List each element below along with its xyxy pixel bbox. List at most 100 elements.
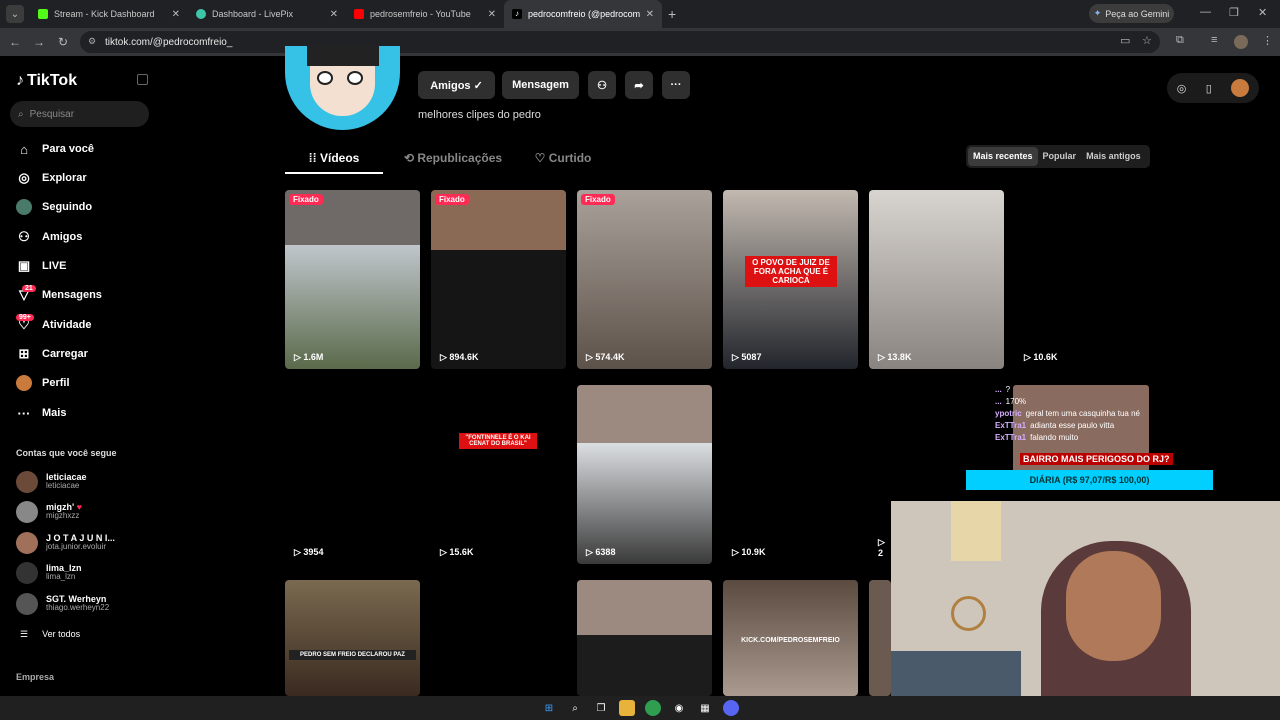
close-icon[interactable]: ✕ bbox=[488, 9, 496, 20]
video-card[interactable]: Fixado ▷ 574.4K bbox=[577, 190, 712, 369]
file-explorer-icon[interactable] bbox=[619, 700, 635, 716]
close-icon[interactable]: ✕ bbox=[330, 9, 338, 20]
account-username: jota.junior.evoluir bbox=[46, 542, 107, 552]
views-text: 10.6K bbox=[1033, 352, 1058, 362]
sort-popular-button[interactable]: Popular bbox=[1038, 147, 1082, 166]
sidebar-item-label: Mais bbox=[42, 407, 67, 419]
sort-recent-button[interactable]: Mais recentes bbox=[968, 147, 1038, 166]
friends-button[interactable]: Amigos ✓ bbox=[418, 71, 495, 99]
tab-search-icon[interactable]: ⌄ bbox=[6, 5, 24, 23]
share-icon[interactable]: ➦ bbox=[625, 71, 653, 99]
extensions-icon[interactable]: ⧉ bbox=[1176, 34, 1184, 47]
sidebar-item-para-voce[interactable]: ⌂ Para você bbox=[16, 139, 94, 159]
obs-icon[interactable]: ◉ bbox=[671, 700, 687, 716]
gemini-button[interactable]: ✦ Peça ao Gemini bbox=[1089, 4, 1174, 23]
tab-videos[interactable]: ⁞⁞ Vídeos bbox=[285, 146, 383, 174]
more-options-icon[interactable]: ··· bbox=[662, 71, 690, 99]
sidebar-item-seguindo[interactable]: Seguindo bbox=[16, 197, 92, 217]
url-field[interactable]: ⚙ tiktok.com/@pedrocomfreio_ bbox=[80, 31, 1160, 53]
tab-tiktok[interactable]: ♪ pedrocomfreio (@pedrocomfreio ✕ bbox=[504, 0, 662, 28]
video-card[interactable]: ▷ 10.6K bbox=[1015, 190, 1150, 369]
video-card[interactable]: KICK.COM/PEDROSEMFREIO bbox=[723, 580, 858, 696]
collapse-sidebar-icon[interactable] bbox=[137, 74, 148, 85]
close-icon[interactable]: ✕ bbox=[646, 9, 654, 20]
video-card[interactable]: O POVO DE JUIZ DE FORA ACHA QUE É CARIOC… bbox=[723, 190, 858, 369]
tab-kick[interactable]: Stream - Kick Dashboard ✕ bbox=[30, 0, 188, 28]
tab-label: Curtido bbox=[548, 151, 592, 165]
sidebar-item-explorar[interactable]: ◎ Explorar bbox=[16, 168, 87, 188]
task-view-icon[interactable]: ❐ bbox=[593, 700, 609, 716]
site-info-icon[interactable]: ⚙ bbox=[88, 36, 96, 47]
wall-picture bbox=[951, 501, 1001, 561]
profile-avatar-icon[interactable] bbox=[1234, 35, 1248, 49]
followed-account[interactable]: migzh' ♥ migzhxzz bbox=[16, 499, 82, 525]
video-card[interactable]: Fixado ▷ 1.6M bbox=[285, 190, 420, 369]
sidebar-item-perfil[interactable]: Perfil bbox=[16, 373, 70, 393]
home-icon: ⌂ bbox=[20, 141, 28, 157]
phone-icon[interactable]: ▯ bbox=[1206, 82, 1212, 95]
footer-link[interactable]: Empresa bbox=[16, 672, 54, 682]
forward-icon[interactable]: → bbox=[27, 35, 51, 49]
sidebar-item-carregar[interactable]: ⊞ Carregar bbox=[16, 344, 88, 364]
tab-title: pedrocomfreio (@pedrocomfreio bbox=[528, 9, 640, 19]
search-icon[interactable]: ⌕ bbox=[567, 700, 583, 716]
bookmark-star-icon[interactable]: ☆ bbox=[1142, 34, 1152, 47]
close-window-icon[interactable]: ✕ bbox=[1258, 6, 1267, 19]
video-card[interactable]: ▷ 6388 bbox=[577, 385, 712, 564]
sidebar-item-amigos[interactable]: ⚇ Amigos bbox=[16, 227, 82, 247]
tab-youtube[interactable]: pedrosemfreio - YouTube ✕ bbox=[346, 0, 504, 28]
followed-account[interactable]: J O T A J U N I... jota.junior.evoluir bbox=[16, 530, 115, 556]
video-card[interactable]: "FONTINNELE É O KAI CENAT DO BRASIL" ▷ 1… bbox=[431, 385, 566, 564]
new-tab-icon[interactable]: + bbox=[668, 6, 676, 22]
compass-icon[interactable]: ◎ bbox=[1177, 82, 1187, 95]
chat-message: ExTTra1 falando muito bbox=[995, 433, 1195, 442]
tab-curtido[interactable]: ♡ Curtido bbox=[523, 146, 603, 174]
cast-icon[interactable]: ▭ bbox=[1120, 34, 1130, 47]
profile-icon bbox=[16, 375, 32, 391]
chat-user: ExTTra1 bbox=[995, 421, 1027, 430]
video-card[interactable]: PEDRO SEM FREIO DECLAROU PAZ bbox=[285, 580, 420, 696]
tab-livepix[interactable]: Dashboard - LivePix ✕ bbox=[188, 0, 346, 28]
video-card[interactable] bbox=[577, 580, 712, 696]
reading-list-icon[interactable]: ≡ bbox=[1211, 34, 1217, 46]
video-card[interactable]: ▷ 2 bbox=[869, 385, 889, 564]
followed-account[interactable]: SGT. Werheyn thiago.werheyn22 bbox=[16, 591, 109, 617]
sidebar-item-label: Perfil bbox=[42, 377, 70, 389]
avatar[interactable] bbox=[1231, 79, 1250, 97]
close-icon[interactable]: ✕ bbox=[172, 9, 180, 20]
message-button[interactable]: Mensagem bbox=[502, 71, 579, 99]
followed-account[interactable]: lima_lzn lima_lzn bbox=[16, 560, 82, 586]
sidebar-item-mais[interactable]: ··· Mais bbox=[16, 403, 67, 423]
sort-oldest-button[interactable]: Mais antigos bbox=[1081, 147, 1146, 166]
followed-account[interactable]: leticiacae leticiacae bbox=[16, 469, 87, 495]
chat-text: adianta esse paulo vitta bbox=[1030, 421, 1115, 430]
video-card[interactable]: ▷ 10.9K bbox=[723, 385, 858, 564]
reload-icon[interactable]: ↻ bbox=[51, 35, 75, 49]
video-card[interactable]: ▷ 3954 bbox=[285, 385, 420, 564]
back-icon[interactable]: ← bbox=[3, 35, 27, 49]
chat-user: ypotric bbox=[995, 409, 1022, 418]
chrome-icon[interactable] bbox=[645, 700, 661, 716]
sidebar-item-label: Explorar bbox=[42, 172, 87, 184]
video-card[interactable] bbox=[869, 580, 891, 696]
kick-favicon-icon bbox=[38, 9, 48, 19]
search-input[interactable]: ⌕ Pesquisar bbox=[10, 101, 149, 127]
post-frame bbox=[577, 635, 712, 696]
video-card[interactable]: ▷ 13.8K bbox=[869, 190, 1004, 369]
sidebar-item-live[interactable]: ▣ LIVE bbox=[16, 256, 67, 276]
windows-start-icon[interactable]: ⊞ bbox=[541, 700, 557, 716]
video-card[interactable]: Fixado ▷ 894.6K bbox=[431, 190, 566, 369]
tiktok-logo[interactable]: ♪ TikTok bbox=[16, 72, 77, 90]
chat-user: ... bbox=[995, 397, 1002, 406]
calculator-icon[interactable]: ▦ bbox=[697, 700, 713, 716]
maximize-icon[interactable]: ❐ bbox=[1229, 6, 1239, 19]
see-all-button[interactable]: ☰ Ver todos bbox=[20, 629, 80, 640]
tab-title: pedrosemfreio - YouTube bbox=[370, 9, 471, 19]
add-friend-icon[interactable]: ⚇ bbox=[588, 71, 616, 99]
view-count: ▷ 1.6M bbox=[294, 352, 324, 362]
webcam-overlay bbox=[891, 501, 1280, 696]
minimize-icon[interactable]: — bbox=[1200, 6, 1211, 18]
tab-republicacoes[interactable]: ⟲ Republicações bbox=[383, 146, 523, 174]
discord-icon[interactable] bbox=[723, 700, 739, 716]
menu-dots-icon[interactable]: ⋮ bbox=[1262, 34, 1273, 47]
